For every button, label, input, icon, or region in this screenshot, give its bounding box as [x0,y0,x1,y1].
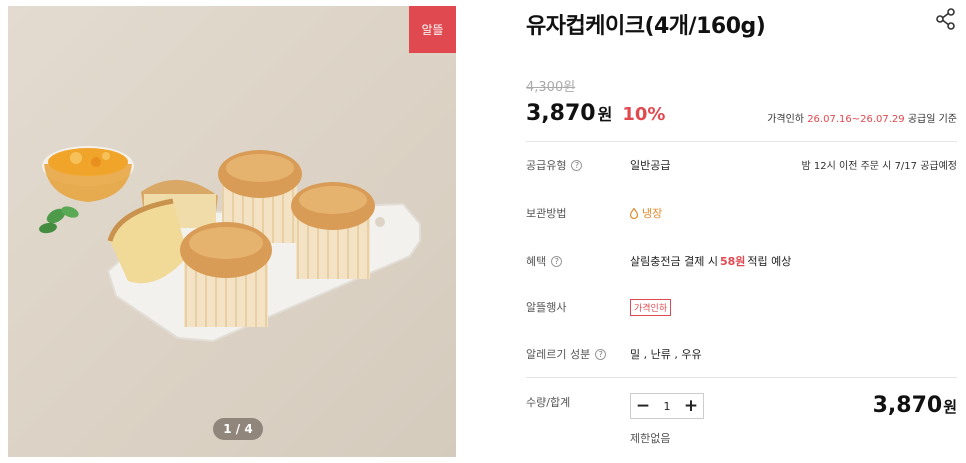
mint-leaves [39,206,79,234]
benefit-label: 혜택 ? [526,253,563,269]
benefit-value: 살림충전금 결제 시 58원 적립 예상 [630,253,791,269]
event-label: 알뜰행사 [526,301,567,314]
sale-price-unit: 원 [597,105,613,124]
benefit-label-text: 혜택 [526,255,547,268]
benefit-prefix: 살림충전금 결제 시 [630,255,718,268]
cupcake-right [291,182,375,279]
allergy-label: 알레르기 성분 ? [526,346,607,362]
sale-period-dates: 26.07.16~26.07.29 [807,114,905,125]
storage-value-text: 냉장 [642,207,663,220]
divider [526,377,957,378]
decrease-button[interactable]: − [631,394,655,418]
benefit-row: 혜택 ? 살림충전금 결제 시 58원 적립 예상 [526,251,957,271]
allergy-value: 밀 , 난류 , 우유 [630,348,702,361]
sale-period: 가격인하 26.07.16~26.07.29 공급일 기준 [767,110,957,125]
delivery-note: 밤 12시 이전 주문 시 7/17 공급예정 [801,161,957,172]
benefit-points: 58원 [719,255,746,268]
event-value: 가격인하 [630,299,672,316]
thrift-badge: 알뜰 [409,6,456,53]
yuzu-jam-bowl [42,146,134,202]
increase-button[interactable]: + [679,394,703,418]
price-row: 3,870 원 10% [526,101,665,126]
benefit-suffix: 적립 예상 [747,255,792,268]
help-icon[interactable]: ? [595,348,607,360]
allergy-label-text: 알레르기 성분 [526,348,591,361]
help-icon[interactable]: ? [571,159,583,171]
product-title: 유자컵케이크(4개/160g) [526,14,766,39]
image-pager: 1 / 4 [213,418,263,440]
discount-rate: 10% [622,104,666,125]
original-price: 4,300원 [526,80,576,95]
cupcake-front [180,222,272,327]
divider [526,141,957,142]
sale-price: 3,870 [526,101,596,126]
supply-type-value: 일반공급 [630,159,671,172]
product-photo [39,146,421,343]
supply-type-label-text: 공급유형 [526,159,567,172]
price-cut-tag: 가격인하 [630,299,672,316]
quantity-stepper: − 1 + [630,393,704,419]
storage-row: 보관방법 냉장 [526,203,957,223]
total-price: 3,870 원 [873,393,957,418]
supply-type-row: 공급유형 ? 일반공급 밤 12시 이전 주문 시 7/17 공급예정 [526,155,957,175]
allergy-row: 알레르기 성분 ? 밀 , 난류 , 우유 [526,344,957,364]
storage-label: 보관방법 [526,207,567,220]
help-icon[interactable]: ? [551,255,563,267]
quantity-value[interactable]: 1 [664,400,671,413]
product-info-panel: 유자컵케이크(4개/160g) 4,300원 3,870 원 10% 가격인하 … [511,0,959,463]
supply-type-label: 공급유형 ? [526,157,583,173]
event-row: 알뜰행사 가격인하 [526,297,957,317]
total-price-unit: 원 [943,398,957,416]
purchase-limit: 제한없음 [630,432,671,445]
share-icon[interactable] [935,8,957,30]
water-drop-icon [630,207,638,219]
total-price-value: 3,870 [872,393,943,418]
product-image-gallery[interactable]: 알뜰 1 / 4 [8,6,456,457]
sale-period-prefix: 가격인하 [767,114,808,125]
quantity-label: 수량/합계 [526,396,571,409]
storage-value: 냉장 [630,205,662,221]
sale-period-suffix: 공급일 기준 [904,114,957,125]
storage-indicator: 냉장 [630,205,662,221]
